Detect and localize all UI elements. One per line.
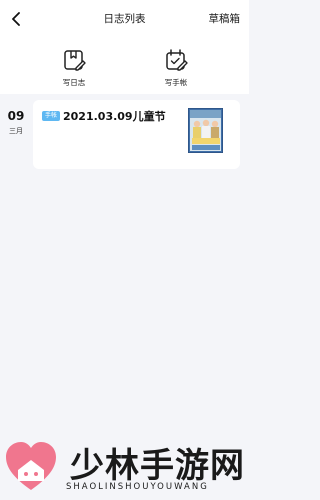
entry-date: 09 三月 [6,109,26,136]
entry-month: 三月 [9,127,23,135]
watermark: 少林手游网 SHAOLINSHOUYOUWANG [0,436,249,500]
watermark-subtitle: SHAOLINSHOUYOUWANG [66,482,209,492]
write-journal-button[interactable]: 写手帐 [146,47,206,88]
journal-thumbnail-image [188,108,223,153]
write-journal-icon [166,49,188,71]
entry-day: 09 [7,109,25,123]
drafts-button[interactable]: 草稿箱 [209,11,241,26]
write-diary-button[interactable]: 写日志 [44,47,104,88]
top-navigation-bar: 日志列表 草稿箱 [0,0,249,38]
brand-logo [6,442,56,490]
entry-type-badge: 手帐 [42,111,61,121]
write-journal-label: 写手帐 [164,78,188,87]
write-diary-icon [64,50,86,71]
journal-entry-card[interactable]: 手帐 2021.03.09儿童节 [33,100,240,169]
write-diary-label: 写日志 [62,78,86,87]
watermark-title: 少林手游网 [70,446,245,486]
entry-title: 2021.03.09儿童节 [63,110,166,123]
action-bar: 写日志 写手帐 [0,38,249,94]
